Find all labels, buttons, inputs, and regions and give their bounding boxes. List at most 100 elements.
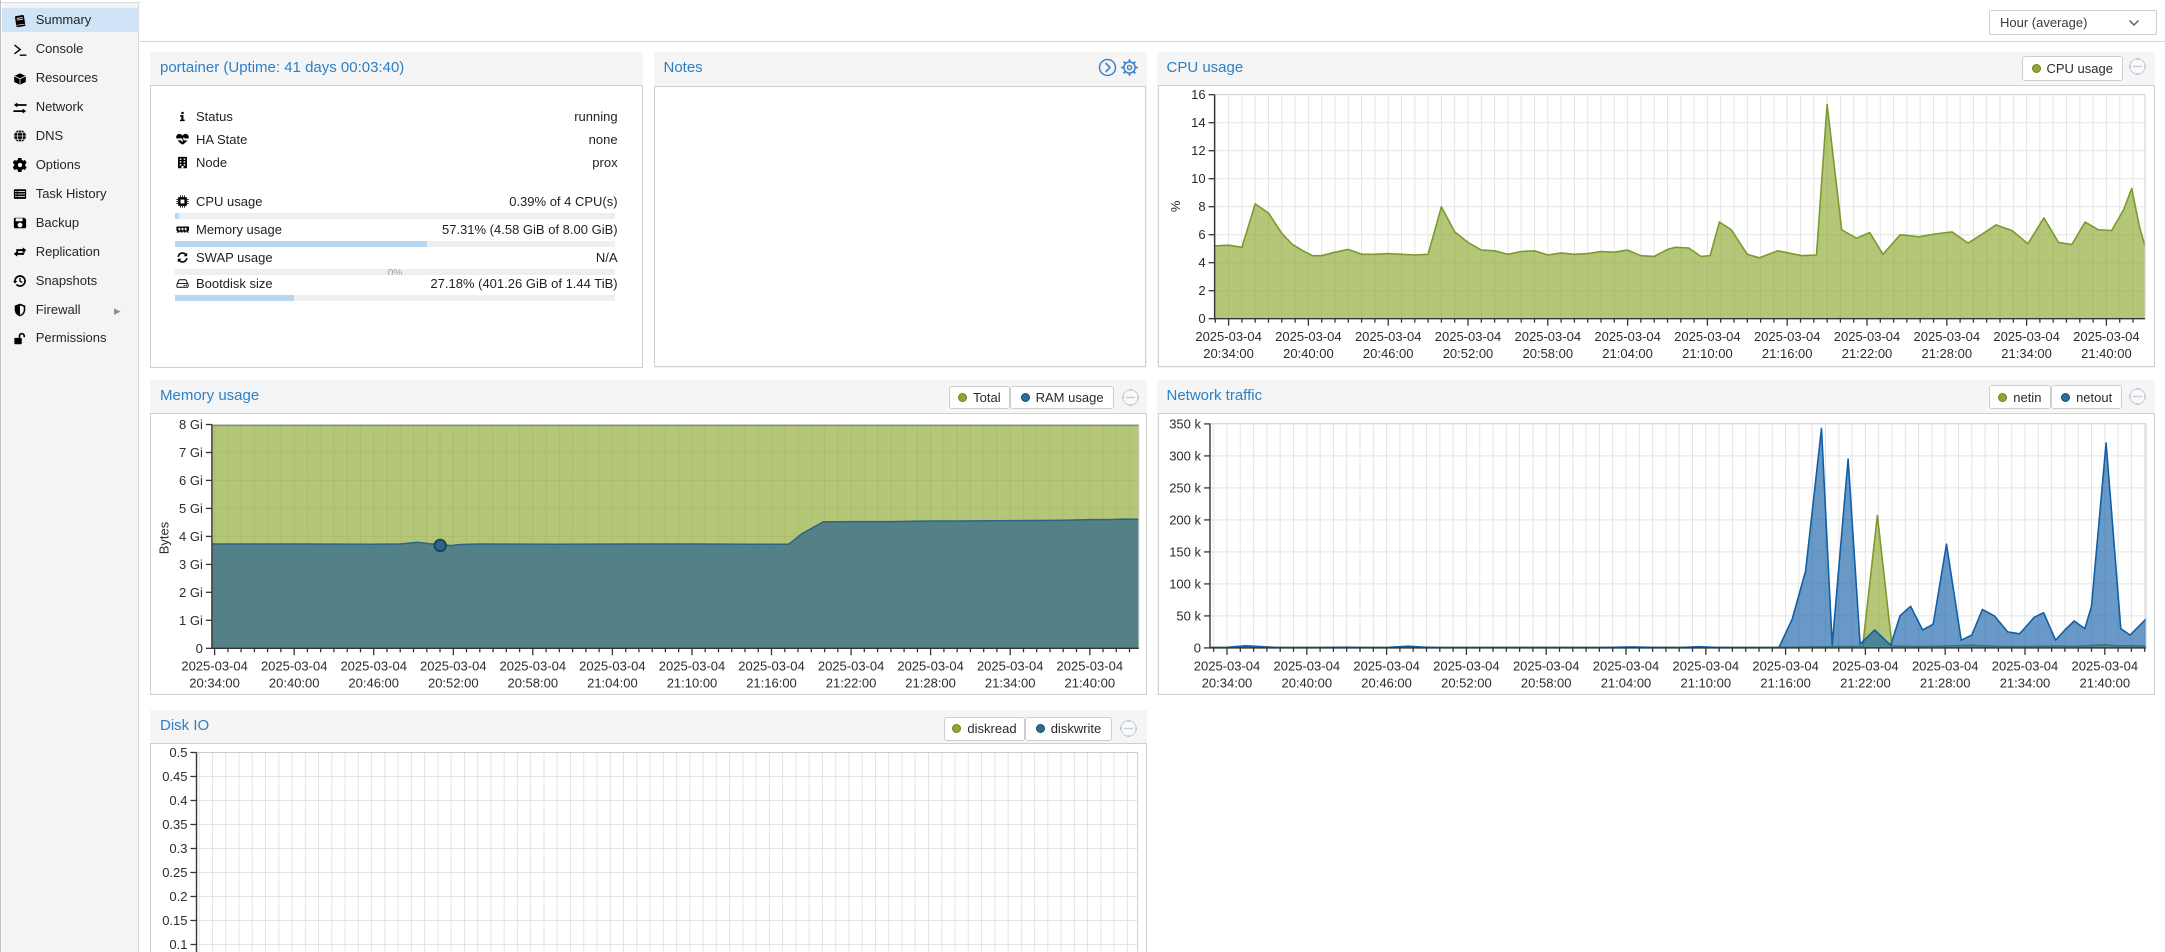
svg-text:21:28:00: 21:28:00 [1921,346,1972,361]
svg-text:21:10:00: 21:10:00 [1682,346,1733,361]
svg-text:2025-03-04: 2025-03-04 [1914,329,1981,344]
svg-text:3 Gi: 3 Gi [179,557,203,572]
svg-text:2025-03-04: 2025-03-04 [1912,658,1979,673]
svg-text:2 Gi: 2 Gi [179,585,203,600]
svg-text:12: 12 [1191,143,1205,158]
svg-text:2025-03-04: 2025-03-04 [1752,658,1819,673]
svg-text:0: 0 [196,641,203,656]
svg-text:2025-03-04: 2025-03-04 [1754,329,1821,344]
svg-text:2025-03-04: 2025-03-04 [261,659,328,674]
svg-text:8: 8 [1198,199,1205,214]
svg-text:2025-03-04: 2025-03-04 [1594,329,1661,344]
svg-text:100 k: 100 k [1169,576,1201,591]
svg-text:21:22:00: 21:22:00 [826,676,877,691]
svg-text:20:52:00: 20:52:00 [1443,346,1494,361]
svg-text:21:16:00: 21:16:00 [1760,675,1811,690]
svg-text:2025-03-04: 2025-03-04 [1834,329,1901,344]
svg-text:21:16:00: 21:16:00 [1762,346,1813,361]
svg-text:Bytes: Bytes [157,521,172,554]
svg-text:20:46:00: 20:46:00 [348,676,399,691]
svg-text:21:10:00: 21:10:00 [1680,675,1731,690]
svg-text:2025-03-04: 2025-03-04 [659,659,726,674]
svg-text:250 k: 250 k [1169,480,1201,495]
svg-text:0.45: 0.45 [162,769,187,784]
svg-text:21:40:00: 21:40:00 [1064,676,1115,691]
svg-text:2025-03-04: 2025-03-04 [977,659,1044,674]
svg-text:21:34:00: 21:34:00 [2001,346,2052,361]
svg-text:4 Gi: 4 Gi [179,529,203,544]
svg-text:2025-03-04: 2025-03-04 [1274,658,1341,673]
svg-text:2025-03-04: 2025-03-04 [1993,329,2060,344]
svg-text:21:16:00: 21:16:00 [746,676,797,691]
svg-text:21:22:00: 21:22:00 [1842,346,1893,361]
svg-text:20:34:00: 20:34:00 [189,676,240,691]
svg-text:5 Gi: 5 Gi [179,501,203,516]
svg-text:21:04:00: 21:04:00 [1601,675,1652,690]
svg-text:1 Gi: 1 Gi [179,613,203,628]
svg-text:2025-03-04: 2025-03-04 [897,659,964,674]
svg-text:21:34:00: 21:34:00 [2000,675,2051,690]
svg-text:2025-03-04: 2025-03-04 [1195,329,1262,344]
svg-text:2025-03-04: 2025-03-04 [738,659,805,674]
svg-text:20:46:00: 20:46:00 [1361,675,1412,690]
svg-text:0: 0 [1194,640,1201,655]
svg-text:%: % [1168,200,1183,212]
svg-text:2025-03-04: 2025-03-04 [818,659,885,674]
svg-text:2025-03-04: 2025-03-04 [1057,659,1124,674]
svg-text:2025-03-04: 2025-03-04 [1275,329,1342,344]
svg-text:7 Gi: 7 Gi [179,445,203,460]
svg-text:2025-03-04: 2025-03-04 [181,659,248,674]
svg-text:20:40:00: 20:40:00 [1283,346,1334,361]
svg-text:300 k: 300 k [1169,448,1201,463]
svg-text:150 k: 150 k [1169,544,1201,559]
svg-text:0: 0 [1198,311,1205,326]
svg-text:50 k: 50 k [1176,608,1201,623]
svg-text:20:58:00: 20:58:00 [507,676,558,691]
svg-text:2025-03-04: 2025-03-04 [1433,658,1500,673]
svg-text:21:22:00: 21:22:00 [1840,675,1891,690]
svg-text:6 Gi: 6 Gi [179,473,203,488]
svg-text:20:34:00: 20:34:00 [1202,675,1253,690]
svg-text:200 k: 200 k [1169,512,1201,527]
svg-text:2025-03-04: 2025-03-04 [1673,658,1740,673]
svg-text:4: 4 [1198,255,1205,270]
svg-text:20:34:00: 20:34:00 [1203,346,1254,361]
svg-text:2025-03-04: 2025-03-04 [1593,658,1660,673]
svg-text:21:28:00: 21:28:00 [1920,675,1971,690]
svg-text:2025-03-04: 2025-03-04 [2072,658,2139,673]
svg-text:2025-03-04: 2025-03-04 [340,659,407,674]
svg-text:0.2: 0.2 [169,889,187,904]
svg-text:21:10:00: 21:10:00 [667,676,718,691]
svg-text:2025-03-04: 2025-03-04 [1832,658,1899,673]
svg-text:20:52:00: 20:52:00 [428,676,479,691]
svg-text:21:34:00: 21:34:00 [985,676,1036,691]
svg-text:2025-03-04: 2025-03-04 [1515,329,1582,344]
svg-text:21:04:00: 21:04:00 [587,676,638,691]
svg-text:2: 2 [1198,283,1205,298]
svg-text:0.25: 0.25 [162,865,187,880]
svg-text:6: 6 [1198,227,1205,242]
svg-text:20:40:00: 20:40:00 [1281,675,1332,690]
svg-text:21:40:00: 21:40:00 [2081,346,2132,361]
svg-text:2025-03-04: 2025-03-04 [1435,329,1502,344]
svg-text:2025-03-04: 2025-03-04 [1353,658,1420,673]
svg-text:0.15: 0.15 [162,913,187,928]
svg-text:2025-03-04: 2025-03-04 [1513,658,1580,673]
svg-text:2025-03-04: 2025-03-04 [500,659,567,674]
svg-text:16: 16 [1191,87,1205,102]
svg-text:21:40:00: 21:40:00 [2079,675,2130,690]
svg-text:0.5: 0.5 [169,745,187,760]
svg-text:0.4: 0.4 [169,793,187,808]
svg-text:20:40:00: 20:40:00 [269,676,320,691]
svg-text:2025-03-04: 2025-03-04 [1674,329,1741,344]
svg-text:2025-03-04: 2025-03-04 [1355,329,1422,344]
svg-text:2025-03-04: 2025-03-04 [1194,658,1261,673]
svg-text:0.1: 0.1 [169,937,187,952]
svg-text:14: 14 [1191,115,1205,130]
svg-text:2025-03-04: 2025-03-04 [420,659,487,674]
svg-text:21:28:00: 21:28:00 [905,676,956,691]
svg-text:0.3: 0.3 [169,841,187,856]
svg-text:350 k: 350 k [1169,416,1201,431]
svg-text:2025-03-04: 2025-03-04 [2073,329,2140,344]
svg-text:2025-03-04: 2025-03-04 [1992,658,2059,673]
